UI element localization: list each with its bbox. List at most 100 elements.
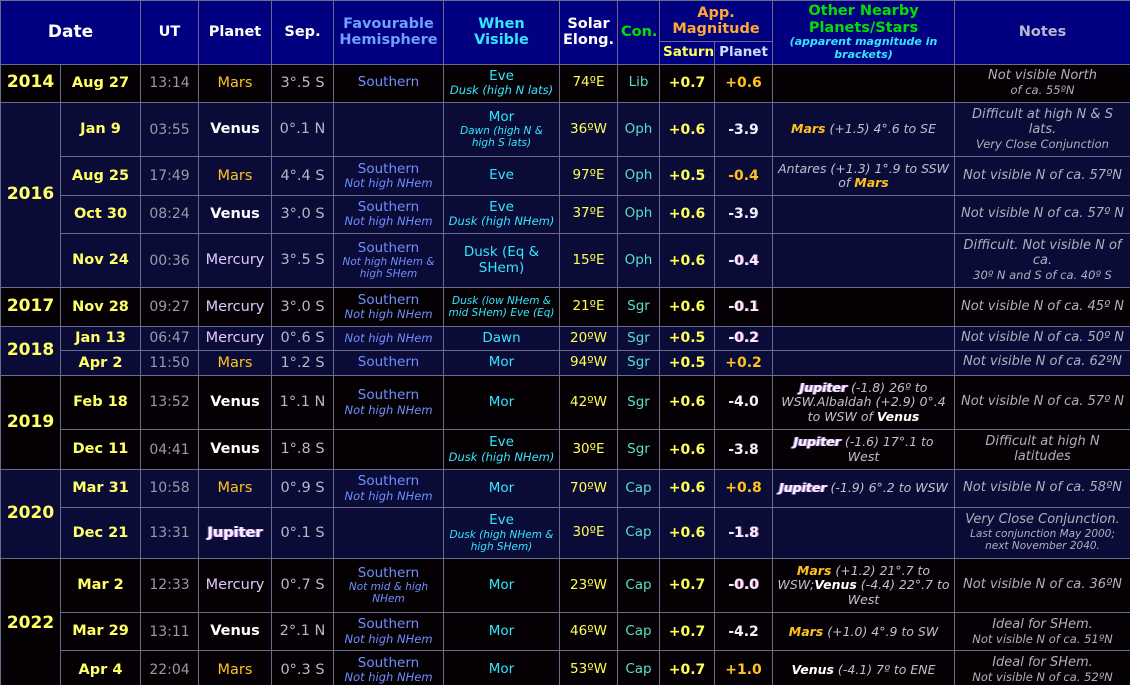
cell-other-nearby: [773, 64, 955, 102]
cell-favourable-hemisphere: [334, 430, 444, 470]
header-when-visible: When Visible: [444, 1, 560, 65]
cell-magnitude-saturn: +0.5: [660, 326, 715, 351]
cell-planet: Venus: [199, 613, 272, 651]
cell-date: Apr 4: [61, 651, 141, 685]
planet-name: Mars: [218, 662, 253, 678]
cell-favourable-hemisphere: SouthernNot high NHem: [334, 157, 444, 195]
cell-favourable-hemisphere: SouthernNot high NHem: [334, 651, 444, 685]
cell-when-visible: Mor: [444, 375, 560, 430]
when-main: Eve: [489, 199, 514, 215]
cell-date: Feb 18: [61, 375, 141, 430]
header-planet: Planet: [199, 1, 272, 65]
table-body: 2014Aug 2713:14Mars3°.5 SSouthernEveDusk…: [1, 64, 1130, 685]
header-when-line1: When: [478, 16, 524, 32]
cell-notes: Not visible N of ca. 57º N: [955, 375, 1130, 430]
planet-name: Mars: [218, 75, 253, 91]
cell-date: Nov 28: [61, 288, 141, 326]
cell-notes: Not visible N of ca. 36ºN: [955, 558, 1130, 613]
cell-magnitude-saturn: +0.5: [660, 157, 715, 195]
cell-when-visible: Mor: [444, 651, 560, 685]
planet-name: Mars: [218, 355, 253, 371]
cell-notes: Difficult. Not visible N of ca.30º N and…: [955, 233, 1130, 288]
notes-line1: Not visible N of ca. 50º N: [961, 330, 1124, 345]
cell-ut: 00:36: [141, 233, 199, 288]
cell-separation: 0°.1 N: [272, 102, 334, 157]
cell-magnitude-saturn: +0.6: [660, 508, 715, 559]
cell-solar-elongation: 70ºW: [560, 469, 618, 507]
table-row: Dec 1104:41Venus1°.8 SEveDusk (high NHem…: [1, 430, 1130, 470]
cell-ut: 06:47: [141, 326, 199, 351]
cell-when-visible: EveDusk (high NHem & high SHem): [444, 508, 560, 559]
cell-separation: 4°.4 S: [272, 157, 334, 195]
cell-other-nearby: Jupiter (-1.8) 26º to WSW.Albaldah (+2.9…: [773, 375, 955, 430]
cell-when-visible: Dusk (low NHem & mid SHem) Eve (Eq): [444, 288, 560, 326]
when-main: Mor: [489, 480, 514, 496]
cell-notes: Ideal for SHem.Not visible N of ca. 51ºN: [955, 613, 1130, 651]
cell-when-visible: EveDusk (high N lats): [444, 64, 560, 102]
notes-line2: Not visible N of ca. 51ºN: [958, 633, 1127, 646]
cell-notes: Not visible N of ca. 57ºN: [955, 157, 1130, 195]
planet-name: Mars: [218, 480, 253, 496]
cell-magnitude-saturn: +0.6: [660, 102, 715, 157]
cell-constellation: Oph: [618, 233, 660, 288]
header-solar-line1: Solar: [567, 16, 609, 32]
cell-separation: 1°.1 N: [272, 375, 334, 430]
cell-magnitude-saturn: +0.7: [660, 558, 715, 613]
cell-ut: 04:41: [141, 430, 199, 470]
cell-ut: 03:55: [141, 102, 199, 157]
cell-other-nearby: [773, 195, 955, 233]
nearby-object-name: Mars: [789, 624, 823, 639]
cell-constellation: Cap: [618, 651, 660, 685]
cell-magnitude-saturn: +0.6: [660, 288, 715, 326]
notes-line2: Last conjunction May 2000; next November…: [958, 528, 1127, 552]
cell-favourable-hemisphere: SouthernNot high NHem: [334, 469, 444, 507]
when-sub: Dawn (high N & high S lats): [447, 125, 556, 149]
cell-notes: Not visible N of ca. 57º N: [955, 195, 1130, 233]
cell-other-nearby: Jupiter (-1.9) 6°.2 to WSW: [773, 469, 955, 507]
fav-sub: Not high NHem: [337, 404, 440, 417]
cell-constellation: Sgr: [618, 288, 660, 326]
fav-main: Southern: [358, 473, 419, 489]
fav-main: Southern: [358, 655, 419, 671]
cell-date: Mar 29: [61, 613, 141, 651]
cell-planet: Venus: [199, 375, 272, 430]
cell-other-nearby: [773, 288, 955, 326]
cell-year: 2018: [1, 326, 61, 375]
header-notes: Notes: [955, 1, 1130, 65]
table-row: Apr 211:50Mars1°.2 SSouthernMor94ºWSgr+0…: [1, 351, 1130, 376]
cell-other-nearby: [773, 233, 955, 288]
when-main: Eve: [489, 434, 514, 450]
cell-favourable-hemisphere: SouthernNot mid & high NHem: [334, 558, 444, 613]
cell-constellation: Oph: [618, 195, 660, 233]
notes-line1: Not visible North: [988, 68, 1097, 83]
when-main: Eve: [489, 68, 514, 84]
cell-when-visible: Dawn: [444, 326, 560, 351]
header-other-subtitle: (apparent magnitude in brackets): [776, 36, 951, 61]
cell-notes: Not visible Northof ca. 55ºN: [955, 64, 1130, 102]
cell-favourable-hemisphere: [334, 102, 444, 157]
cell-when-visible: Mor: [444, 351, 560, 376]
header-favourable-line1: Favourable: [343, 16, 434, 32]
cell-solar-elongation: 42ºW: [560, 375, 618, 430]
cell-planet: Mars: [199, 469, 272, 507]
cell-ut: 10:58: [141, 469, 199, 507]
fav-sub: Not high NHem: [337, 671, 440, 684]
planet-name: Mercury: [206, 577, 265, 593]
when-sub: Dusk (high NHem): [447, 215, 556, 228]
cell-year: 2016: [1, 102, 61, 288]
cell-ut: 17:49: [141, 157, 199, 195]
cell-planet: Mercury: [199, 558, 272, 613]
cell-date: Mar 2: [61, 558, 141, 613]
cell-date: Mar 31: [61, 469, 141, 507]
planet-name: Mercury: [206, 330, 265, 346]
nearby-object-detail: (-4.4) 22°.7 to West: [848, 577, 950, 606]
cell-notes: Difficult at high N & S lats.Very Close …: [955, 102, 1130, 157]
cell-magnitude-saturn: +0.6: [660, 233, 715, 288]
cell-magnitude-saturn: +0.5: [660, 351, 715, 376]
cell-magnitude-saturn: +0.7: [660, 64, 715, 102]
cell-notes: Very Close Conjunction.Last conjunction …: [955, 508, 1130, 559]
table-row: Oct 3008:24Venus3°.0 SSouthernNot high N…: [1, 195, 1130, 233]
cell-constellation: Cap: [618, 508, 660, 559]
cell-constellation: Cap: [618, 558, 660, 613]
cell-date: Dec 21: [61, 508, 141, 559]
